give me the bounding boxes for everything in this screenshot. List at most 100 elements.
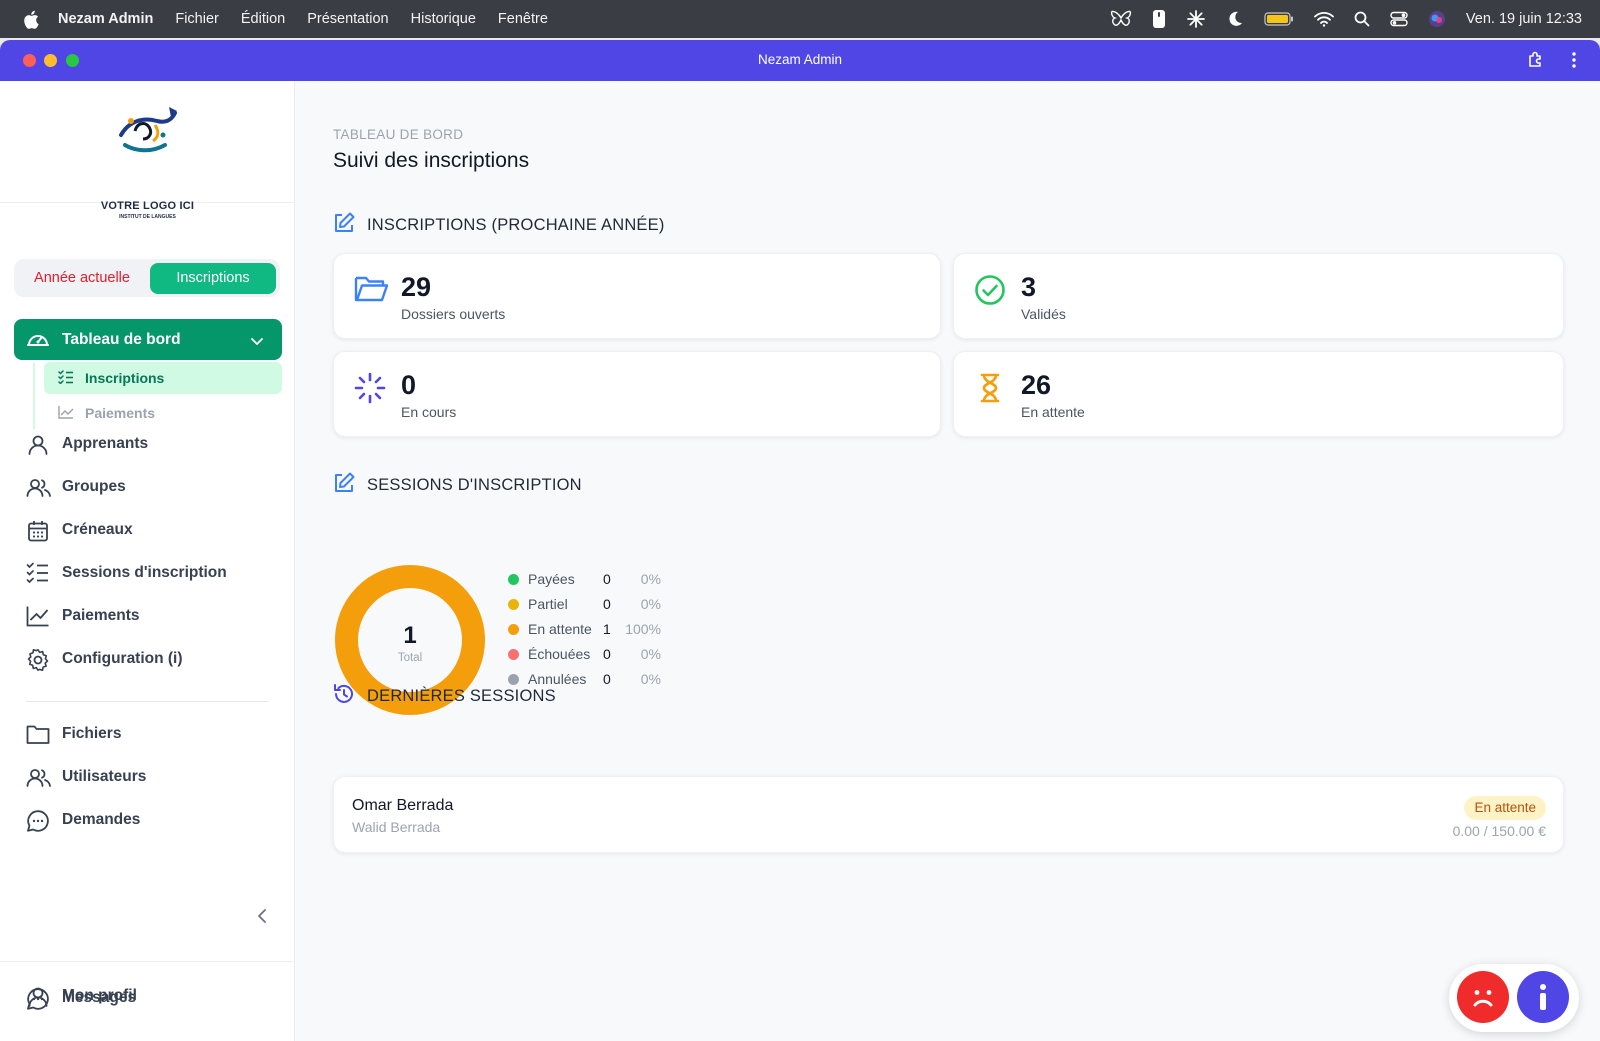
nav-sub-paiements[interactable]: Paiements (44, 397, 282, 429)
legend-count: 0 (603, 596, 611, 612)
legend-pct: 0% (640, 671, 661, 687)
section-latest-title: DERNIÈRES SESSIONS (367, 686, 556, 705)
chevron-down-icon (250, 333, 264, 351)
menubar-clock[interactable]: Ven. 19 juin 12:33 (1466, 11, 1582, 27)
sparkle-icon[interactable] (1186, 9, 1206, 29)
butterfly-icon[interactable] (1110, 10, 1132, 28)
feedback-button[interactable] (1457, 971, 1509, 1023)
folder-icon (26, 723, 50, 750)
stat-open-label: Dossiers ouverts (401, 306, 506, 322)
sidebar-divider (26, 701, 268, 702)
sidebar: VOTRE LOGO ICI INSTITUT DE LANGUES Année… (0, 81, 295, 1041)
checklist-icon (58, 370, 74, 389)
nav-dashboard[interactable]: Tableau de bord (14, 319, 282, 360)
chat-icon (26, 809, 50, 838)
nav-dashboard-label: Tableau de bord (62, 331, 181, 348)
toggle-current-year[interactable]: Année actuelle (14, 259, 150, 297)
menu-historique[interactable]: Historique (411, 11, 476, 27)
session-learner-name: Omar Berrada (352, 797, 454, 814)
stat-card-validated: 3 Validés (953, 253, 1564, 339)
gauge-icon (26, 328, 50, 355)
edit-icon (333, 472, 355, 499)
extension-icon[interactable] (1526, 50, 1546, 75)
menu-fichier[interactable]: Fichier (175, 11, 219, 27)
nav-sub-inscriptions-label: Inscriptions (85, 370, 165, 386)
battery-icon[interactable] (1264, 12, 1294, 26)
legend-name: Partiel (528, 596, 568, 612)
nav-creneaux[interactable]: Créneaux (14, 513, 282, 549)
nav-creneaux-label: Créneaux (62, 521, 133, 538)
chat-icon (26, 987, 50, 1016)
stat-card-open: 29 Dossiers ouverts (333, 253, 941, 339)
nav-messages[interactable]: Messages (14, 981, 282, 1017)
nav-sessions-label: Sessions d'inscription (62, 564, 227, 581)
calendar-icon (26, 519, 50, 548)
legend-pct: 100% (625, 621, 661, 637)
window-title: Nezam Admin (757, 52, 843, 67)
control-center-icon[interactable] (1390, 11, 1408, 27)
stat-pending-label: En attente (1021, 404, 1085, 420)
moon-icon[interactable] (1226, 10, 1244, 28)
toggle-registrations[interactable]: Inscriptions (150, 263, 276, 294)
menu-edition[interactable]: Édition (241, 11, 285, 27)
edit-icon (333, 212, 355, 239)
nav-groupes[interactable]: Groupes (14, 470, 282, 506)
legend-row: Partiel 0 0% (508, 594, 688, 614)
nav-paiements[interactable]: Paiements (14, 599, 282, 635)
latest-session-card[interactable]: Omar Berrada Walid Berrada En attente 0.… (333, 776, 1564, 853)
sad-face-icon (1473, 990, 1493, 1007)
floating-actions (1449, 964, 1579, 1032)
legend-pct: 0% (640, 596, 661, 612)
nav-utilisateurs-label: Utilisateurs (62, 768, 147, 785)
siri-icon[interactable] (1428, 10, 1446, 28)
legend-pct: 0% (640, 571, 661, 587)
nav-demandes-label: Demandes (62, 811, 141, 828)
menu-bar: Nezam Admin Fichier Édition Présentation… (0, 0, 1600, 38)
stat-validated-value: 3 (1021, 272, 1037, 302)
stat-card-in-progress: 0 En cours (333, 351, 941, 437)
nav-demandes[interactable]: Demandes (14, 803, 282, 839)
breadcrumb: TABLEAU DE BORD (333, 127, 464, 142)
section-registrations-title: INSCRIPTIONS (PROCHAINE ANNÉE) (367, 215, 665, 234)
legend-dot (508, 574, 519, 585)
apple-icon[interactable] (20, 8, 42, 30)
page-title: Suivi des inscriptions (333, 149, 530, 172)
session-amount: 0.00 / 150.00 € (1452, 823, 1546, 839)
history-icon (333, 683, 355, 710)
window-titlebar: Nezam Admin (0, 40, 1600, 81)
legend-count: 0 (603, 571, 611, 587)
nav-fichiers[interactable]: Fichiers (14, 717, 282, 753)
legend-row: En attente 1 100% (508, 619, 688, 639)
collapse-sidebar-icon[interactable] (256, 908, 268, 929)
app-window: Nezam Admin VOTRE LOGO ICI INSTITUT DE L… (0, 40, 1600, 1041)
mouse-icon[interactable] (1152, 9, 1166, 29)
menu-app-name[interactable]: Nezam Admin (58, 11, 153, 27)
legend-count: 0 (603, 646, 611, 662)
info-button[interactable] (1517, 971, 1569, 1023)
menu-presentation[interactable]: Présentation (307, 11, 388, 27)
legend-name: Payées (528, 571, 575, 587)
wifi-icon[interactable] (1313, 11, 1334, 27)
legend-dot (508, 599, 519, 610)
nav-messages-label: Messages (62, 989, 137, 1006)
nav-sub-paiements-label: Paiements (85, 405, 156, 421)
nav-sessions-inscription[interactable]: Sessions d'inscription (14, 556, 282, 592)
nav-utilisateurs[interactable]: Utilisateurs (14, 760, 282, 796)
search-icon[interactable] (1354, 11, 1370, 27)
donut-total: 1 (403, 622, 416, 649)
nav-apprenants[interactable]: Apprenants (14, 427, 282, 463)
stat-in-progress-value: 0 (401, 370, 417, 400)
stat-in-progress-label: En cours (401, 404, 457, 420)
more-vertical-icon[interactable] (1571, 50, 1577, 75)
nav-sub-inscriptions[interactable]: Inscriptions (44, 362, 282, 394)
stat-pending-value: 26 (1021, 370, 1052, 400)
chart-line-icon (26, 605, 50, 632)
legend-row: Payées 0 0% (508, 569, 688, 589)
menu-fenetre[interactable]: Fenêtre (498, 11, 548, 27)
nav-paiements-label: Paiements (62, 607, 140, 624)
legend-name: En attente (528, 621, 592, 637)
section-registrations-header: INSCRIPTIONS (PROCHAINE ANNÉE) (333, 212, 665, 238)
year-toggle: Année actuelle Inscriptions (14, 259, 280, 297)
nav-configuration[interactable]: Configuration (i) (14, 642, 282, 678)
users-icon (26, 766, 52, 795)
